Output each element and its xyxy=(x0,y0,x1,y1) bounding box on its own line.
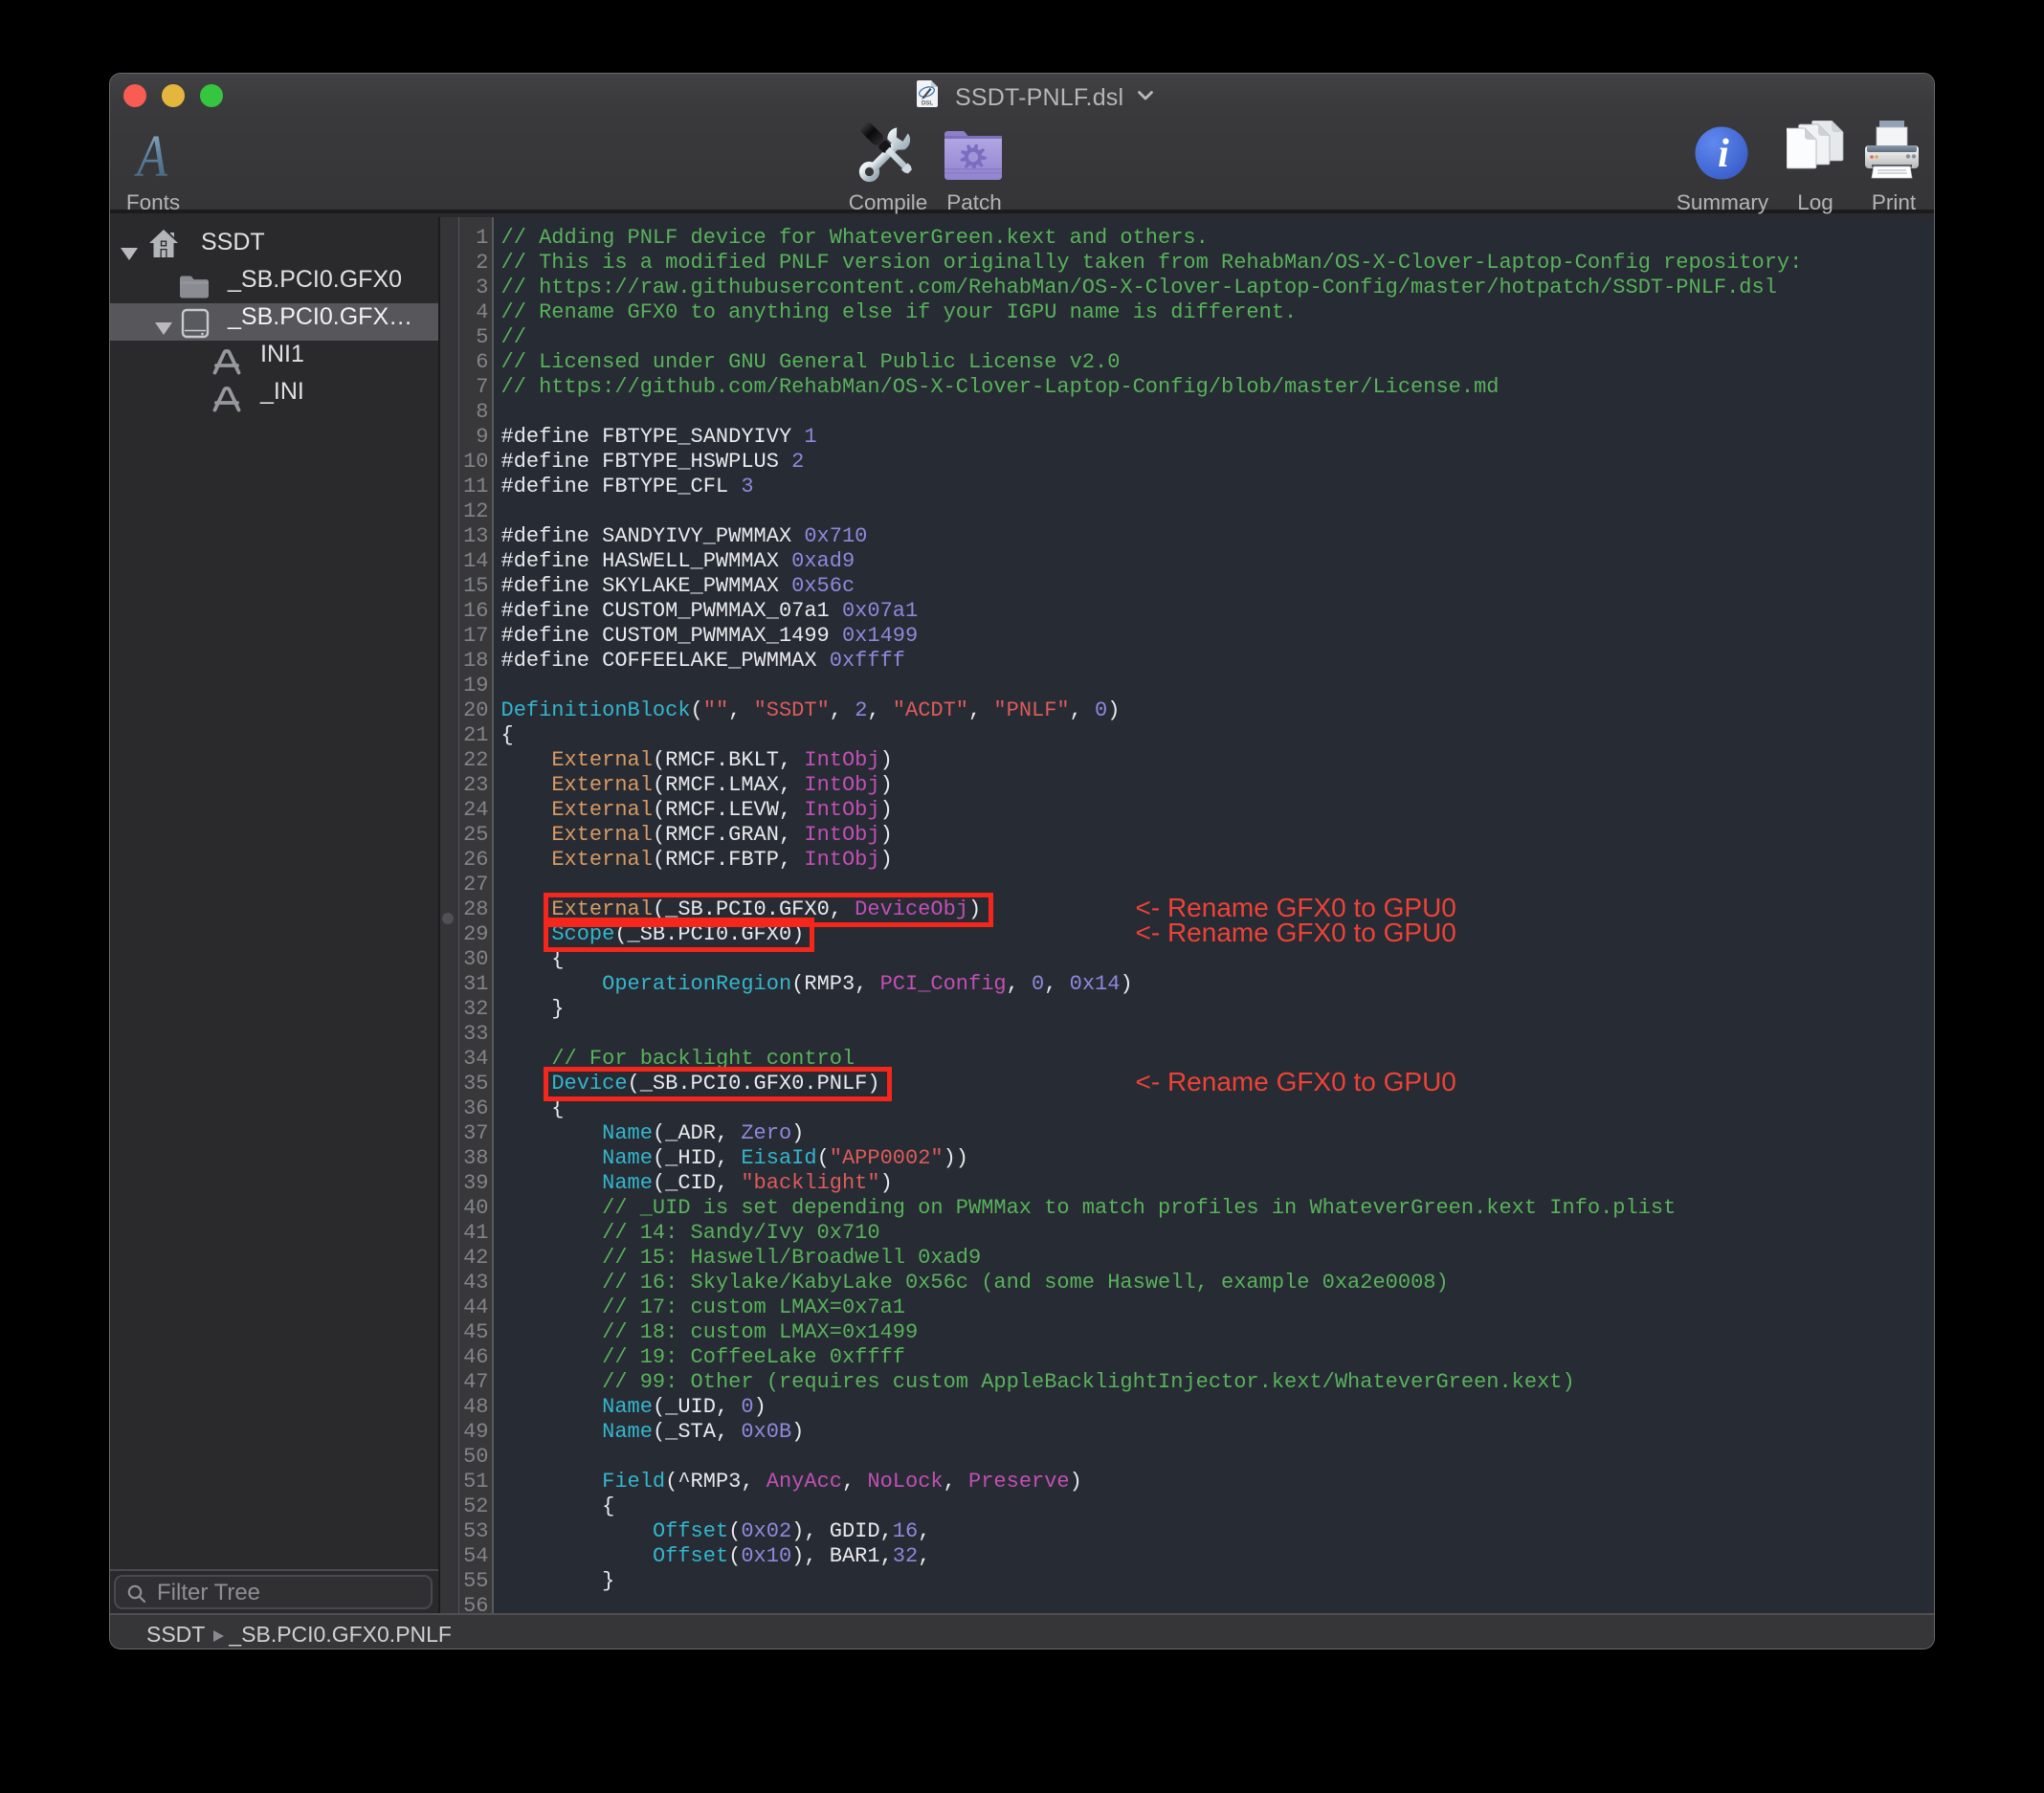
svg-text:DSL: DSL xyxy=(922,100,934,107)
svg-text:i: i xyxy=(1718,132,1729,176)
svg-text:A: A xyxy=(133,131,167,189)
